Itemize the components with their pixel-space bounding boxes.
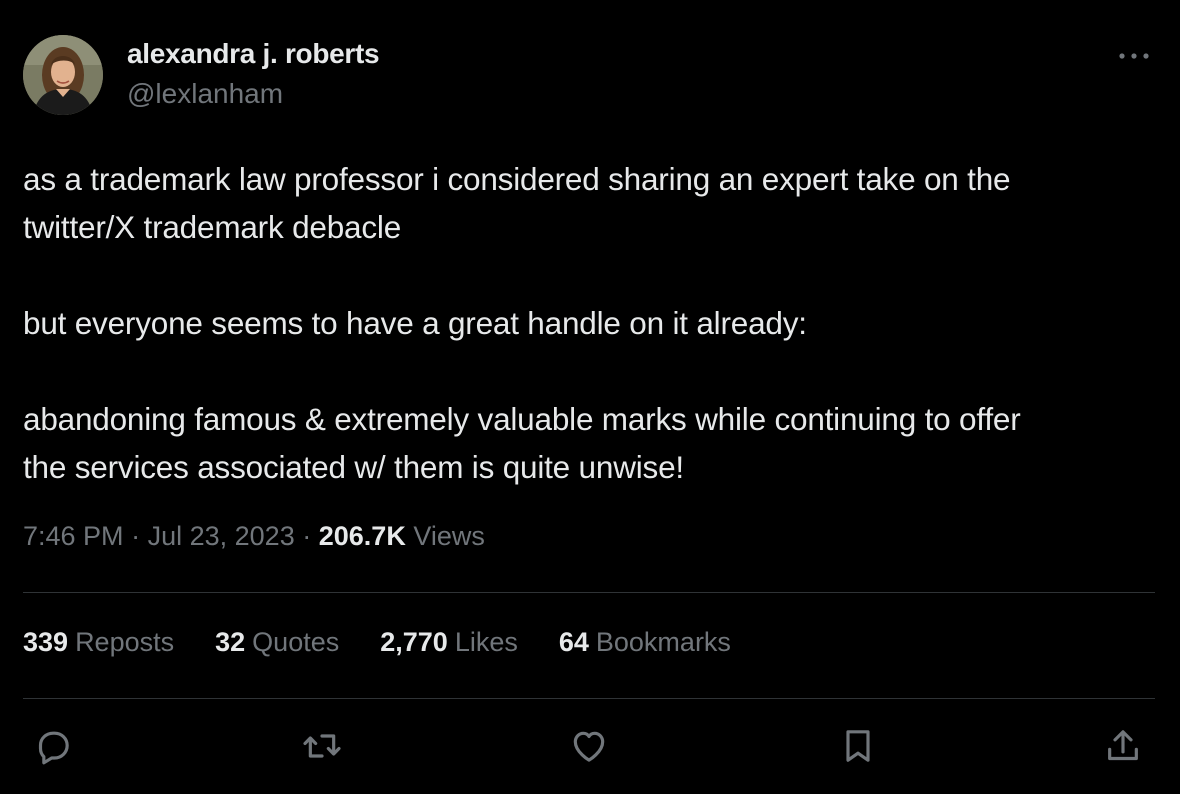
tweet-line: as a trademark law professor i considere… [23,161,1011,197]
tweet-line: twitter/X trademark debacle [23,209,402,245]
author-handle[interactable]: @lexlanham [127,78,283,110]
profile-photo-icon [23,35,103,115]
meta-separator: · [302,521,312,551]
tweet-time[interactable]: 7:46 PM [23,521,124,551]
divider [23,592,1155,593]
divider [23,698,1155,699]
likes-label: Likes [454,627,518,657]
reply-icon [38,731,69,765]
likes-stat[interactable]: 2,770 Likes [380,627,518,658]
bookmarks-stat[interactable]: 64 Bookmarks [559,627,731,658]
tweet-line: abandoning famous & extremely valuable m… [23,401,1021,437]
share-icon [1108,730,1138,761]
reposts-count: 339 [23,627,69,657]
views-label: Views [413,521,485,551]
engagement-stats: 339 Reposts 32 Quotes 2,770 Likes 64 Bookmar… [23,627,772,658]
bookmark-button[interactable] [838,726,878,766]
likes-count: 2,770 [380,627,448,657]
tweet-line: the services associated w/ them is quite… [23,449,684,485]
meta-separator: · [131,521,141,551]
quotes-count: 32 [215,627,246,657]
bookmarks-count: 64 [558,627,589,657]
reposts-label: Reposts [75,627,175,657]
bookmark-icon [846,730,870,762]
author-display-name[interactable]: alexandra j. roberts [127,38,380,70]
like-icon [573,731,605,762]
tweet-detail: alexandra j. roberts @lexlanham as a tra… [0,0,1180,794]
like-button[interactable] [569,726,609,766]
repost-button[interactable] [302,726,342,766]
tweet-date[interactable]: Jul 23, 2023 [148,521,295,551]
quotes-label: Quotes [252,627,340,657]
reposts-stat[interactable]: 339 Reposts [23,627,174,658]
avatar[interactable] [23,35,103,115]
tweet-text: as a trademark law professor i considere… [23,155,1163,491]
share-button[interactable] [1103,726,1143,766]
more-options-icon[interactable] [1116,46,1152,66]
repost-icon [303,734,341,758]
tweet-meta: 7:46 PM · Jul 23, 2023 · 206.7K Views [23,521,485,552]
reply-button[interactable] [33,726,73,766]
views-count: 206.7K [318,521,406,551]
bookmarks-label: Bookmarks [595,627,731,657]
tweet-line: but everyone seems to have a great handl… [23,305,807,341]
quotes-stat[interactable]: 32 Quotes [215,627,339,658]
